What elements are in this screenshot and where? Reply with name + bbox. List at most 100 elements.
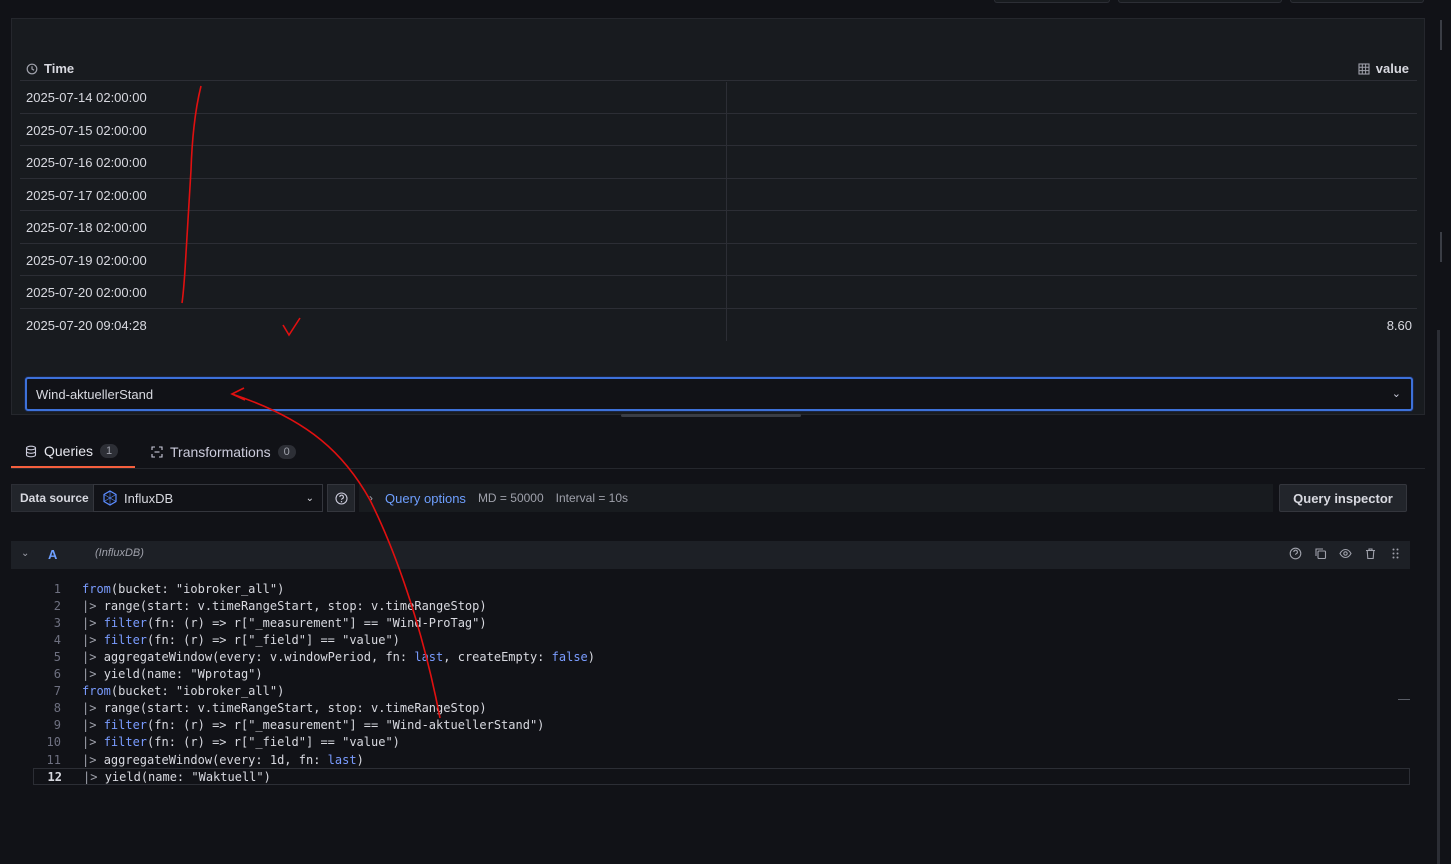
datasource-select[interactable]: InfluxDB ⌄: [93, 484, 323, 512]
query-datasource-name: (InfluxDB): [95, 547, 144, 559]
code-text: |> range(start: v.timeRangeStart, stop: …: [82, 598, 487, 613]
chevron-down-icon[interactable]: ⌄: [21, 548, 29, 559]
pane-resize-handle[interactable]: [621, 414, 801, 417]
chevron-right-icon: ›: [369, 491, 373, 505]
code-line[interactable]: 12 |> yield(name: "Waktuell"): [33, 768, 1410, 786]
column-divider[interactable]: [726, 82, 727, 341]
line-number: 4: [53, 632, 61, 647]
code-line[interactable]: 1 from(bucket: "iobroker_all"): [33, 580, 1410, 597]
code-line[interactable]: 4 |> filter(fn: (r) => r["_field"] == "va…: [33, 631, 1410, 648]
datasource-label: Data source: [11, 484, 98, 512]
table-panel: Time value 2025-07-14 02:00:00 2025-07-1…: [11, 18, 1425, 415]
chevron-down-icon: ⌄: [1391, 388, 1401, 400]
query-row-actions: [1289, 547, 1402, 560]
code-line[interactable]: 2 |> range(start: v.timeRangeStart, stop:…: [33, 597, 1410, 614]
toolbar-button[interactable]: [994, 0, 1110, 3]
database-icon: [25, 445, 37, 457]
table-header: Time value: [20, 57, 1417, 81]
time-cell: 2025-07-14 02:00:00: [26, 90, 147, 105]
time-cell: 2025-07-18 02:00:00: [26, 220, 147, 235]
code-text: from(bucket: "iobroker_all"): [82, 581, 285, 596]
help-icon[interactable]: [1289, 547, 1302, 560]
table-icon: [1358, 62, 1370, 75]
chevron-down-icon: ⌄: [305, 492, 314, 504]
editor-tabs: Queries 1 Transformations 0: [11, 436, 1425, 469]
line-number: 10: [46, 735, 61, 750]
transform-icon: [151, 446, 163, 458]
scroll-indicator: [1440, 20, 1442, 50]
time-cell: 2025-07-17 02:00:00: [26, 187, 147, 203]
influxdb-icon: [103, 490, 117, 506]
data-table: Time value 2025-07-14 02:00:00 2025-07-1…: [20, 57, 1417, 341]
frame-select-value: Wind-aktuellerStand: [36, 387, 154, 402]
line-number: 9: [53, 718, 61, 733]
query-options-toggle[interactable]: › Query options MD = 50000 Interval = 10…: [359, 484, 1273, 512]
table-row: 2025-07-20 02:00:00: [20, 276, 1417, 309]
code-line[interactable]: 10 |> filter(fn: (r) => r["_field"] == "v…: [33, 734, 1410, 751]
minimap-marker: [1398, 699, 1410, 700]
line-number: 1: [53, 581, 61, 596]
code-editor[interactable]: 1 from(bucket: "iobroker_all") 2 |> range(s…: [33, 574, 1410, 864]
query-row-header[interactable]: ⌄ A (InfluxDB): [11, 541, 1410, 569]
time-cell: 2025-07-16 02:00:00: [26, 155, 147, 170]
code-line[interactable]: 7 from(bucket: "iobroker_all"): [33, 683, 1410, 700]
code-line[interactable]: 5 |> aggregateWindow(every: v.windowPerio…: [33, 648, 1410, 665]
code-text: |> yield(name: "Waktuell"): [83, 769, 271, 784]
column-header-time[interactable]: Time: [26, 61, 74, 76]
code-text: from(bucket: "iobroker_all"): [82, 684, 285, 699]
code-line[interactable]: 9 |> filter(fn: (r) => r["_measurement"] …: [33, 717, 1410, 734]
time-cell: 2025-07-15 02:00:00: [26, 122, 147, 138]
datasource-help-button[interactable]: [327, 484, 355, 512]
tab-queries[interactable]: Queries 1: [11, 436, 135, 468]
query-options-title: Query options: [385, 490, 466, 506]
value-cell: 8.60: [1386, 317, 1412, 333]
query-inspector-button[interactable]: Query inspector: [1279, 484, 1407, 512]
code-line[interactable]: 3 |> filter(fn: (r) => r["_measurement"] …: [33, 614, 1410, 631]
code-line[interactable]: 11 |> aggregateWindow(every: 1d, fn: last…: [33, 751, 1410, 768]
datasource-name: InfluxDB: [124, 490, 174, 506]
code-line[interactable]: 6 |> yield(name: "Wprotag"): [33, 666, 1410, 683]
query-ref-id[interactable]: A: [48, 547, 57, 562]
tab-transformations-label: Transformations: [170, 444, 271, 460]
line-number: 11: [46, 752, 61, 767]
table-row: 2025-07-18 02:00:00: [20, 211, 1417, 244]
line-number: 6: [53, 667, 61, 681]
query-options-interval: Interval = 10s: [555, 491, 629, 505]
code-text: |> aggregateWindow(every: v.windowPeriod…: [82, 649, 595, 664]
line-number: 12: [47, 769, 62, 784]
frame-select[interactable]: Wind-aktuellerStand ⌄: [25, 377, 1413, 411]
code-text: |> filter(fn: (r) => r["_measurement"] =…: [82, 718, 545, 733]
code-text: |> range(start: v.timeRangeStart, stop: …: [82, 701, 487, 716]
line-number: 3: [53, 615, 61, 630]
code-text: |> aggregateWindow(every: 1d, fn: last): [82, 752, 364, 767]
tab-queries-label: Queries: [44, 443, 94, 459]
code-text: |> filter(fn: (r) => r["_measurement"] =…: [82, 615, 487, 630]
copy-icon[interactable]: [1314, 547, 1327, 560]
datasource-bar: Data source InfluxDB ⌄ › Query options M…: [11, 484, 1425, 512]
trash-icon[interactable]: [1364, 547, 1377, 560]
line-number: 8: [53, 701, 61, 716]
table-row: 2025-07-16 02:00:00: [20, 146, 1417, 179]
tab-transformations[interactable]: Transformations 0: [137, 436, 310, 468]
code-text: |> filter(fn: (r) => r["_field"] == "val…: [82, 632, 400, 647]
query-options-md: MD = 50000: [477, 491, 544, 505]
code-line[interactable]: 8 |> range(start: v.timeRangeStart, stop:…: [33, 700, 1410, 717]
toolbar-button[interactable]: [1118, 0, 1282, 3]
page-scrollbar[interactable]: [1437, 330, 1440, 864]
table-row: 2025-07-14 02:00:00: [20, 81, 1417, 114]
code-text: |> filter(fn: (r) => r["_field"] == "val…: [82, 735, 400, 750]
help-icon: [334, 491, 348, 505]
tab-transformations-count: 0: [277, 445, 296, 459]
table-row: 2025-07-17 02:00:00: [20, 179, 1417, 211]
clock-icon: [26, 63, 38, 74]
column-header-value[interactable]: value: [1358, 61, 1409, 76]
table-row: 2025-07-20 09:04:28 8.60: [20, 309, 1417, 342]
drag-handle-icon[interactable]: [1389, 547, 1402, 560]
table-row: 2025-07-19 02:00:00: [20, 244, 1417, 276]
column-header-time-label: Time: [44, 61, 75, 76]
toolbar-button[interactable]: [1290, 0, 1424, 3]
time-cell: 2025-07-19 02:00:00: [26, 252, 147, 268]
top-strip: [0, 0, 1451, 18]
code-text: |> yield(name: "Wprotag"): [82, 667, 263, 681]
eye-icon[interactable]: [1339, 547, 1352, 560]
